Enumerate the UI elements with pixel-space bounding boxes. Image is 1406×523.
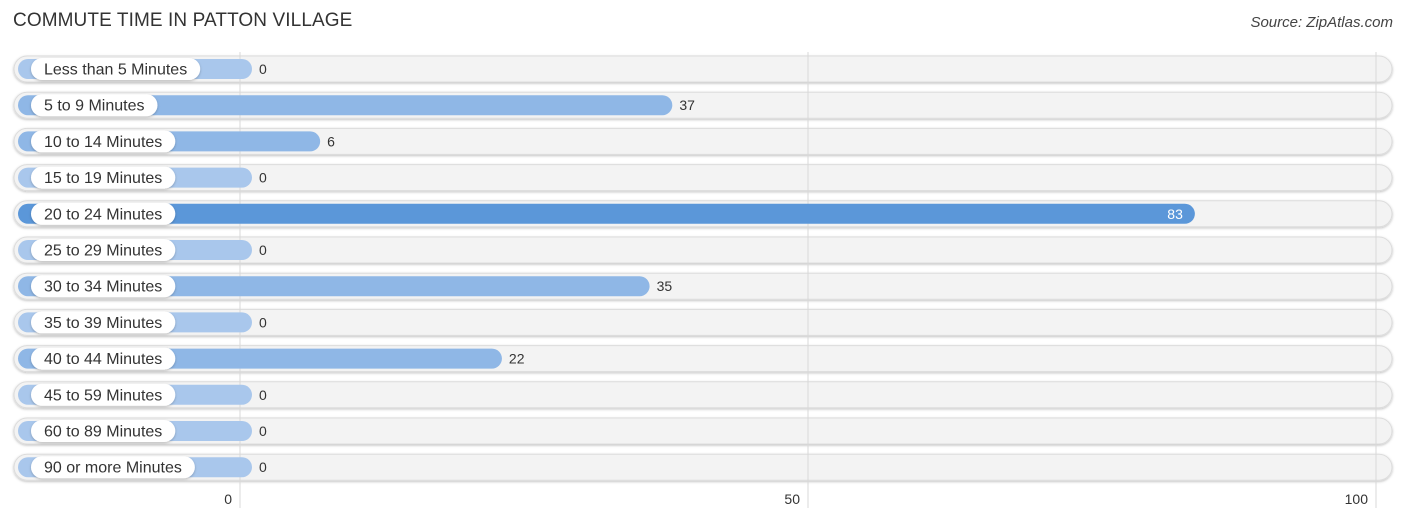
value-label: 0 bbox=[259, 459, 267, 475]
x-tick-label: 100 bbox=[1345, 491, 1369, 507]
category-label: 90 or more Minutes bbox=[44, 460, 182, 477]
category-label: 45 to 59 Minutes bbox=[44, 387, 162, 404]
category-label: Less than 5 Minutes bbox=[44, 62, 187, 79]
value-label: 35 bbox=[657, 278, 673, 294]
bar-row: 40 to 44 Minutes 22 bbox=[18, 347, 525, 370]
value-label: 0 bbox=[259, 314, 267, 330]
category-label: 10 to 14 Minutes bbox=[44, 134, 162, 151]
category-label: 40 to 44 Minutes bbox=[44, 351, 162, 368]
bar-row: 10 to 14 Minutes 6 bbox=[18, 130, 335, 153]
bar-row: 15 to 19 Minutes 0 bbox=[18, 166, 267, 189]
value-label: 83 bbox=[1167, 206, 1183, 222]
bar-chart: Less than 5 Minutes 0 5 to 9 Minutes 37 10 t… bbox=[13, 52, 1393, 508]
bar-row: 20 to 24 Minutes 83 bbox=[18, 202, 1195, 225]
value-label: 6 bbox=[327, 133, 335, 149]
bar-row: 5 to 9 Minutes 37 bbox=[18, 94, 695, 117]
bar-row: Less than 5 Minutes 0 bbox=[18, 58, 267, 80]
value-label: 0 bbox=[259, 242, 267, 258]
value-label: 22 bbox=[509, 351, 525, 367]
category-label: 20 to 24 Minutes bbox=[44, 206, 162, 223]
value-label: 0 bbox=[259, 61, 267, 77]
bar-row: 25 to 29 Minutes 0 bbox=[18, 239, 267, 261]
x-tick-label: 50 bbox=[784, 491, 800, 507]
category-label: 35 to 39 Minutes bbox=[44, 315, 162, 332]
category-label: 60 to 89 Minutes bbox=[44, 424, 162, 441]
category-label: 15 to 19 Minutes bbox=[44, 170, 162, 187]
value-label: 37 bbox=[679, 97, 695, 113]
bar-row: 35 to 39 Minutes 0 bbox=[18, 311, 267, 334]
value-label: 0 bbox=[259, 387, 267, 403]
bar-row: 45 to 59 Minutes 0 bbox=[18, 383, 267, 406]
bar-row: 60 to 89 Minutes 0 bbox=[18, 420, 267, 442]
category-label: 5 to 9 Minutes bbox=[44, 98, 145, 115]
bar-row: 90 or more Minutes 0 bbox=[18, 456, 267, 479]
category-label: 25 to 29 Minutes bbox=[44, 243, 162, 260]
x-tick-label: 0 bbox=[224, 491, 232, 507]
bar bbox=[18, 203, 1195, 224]
value-label: 0 bbox=[259, 423, 267, 439]
bar-row: 30 to 34 Minutes 35 bbox=[18, 275, 673, 298]
value-label: 0 bbox=[259, 170, 267, 186]
category-label: 30 to 34 Minutes bbox=[44, 279, 162, 296]
